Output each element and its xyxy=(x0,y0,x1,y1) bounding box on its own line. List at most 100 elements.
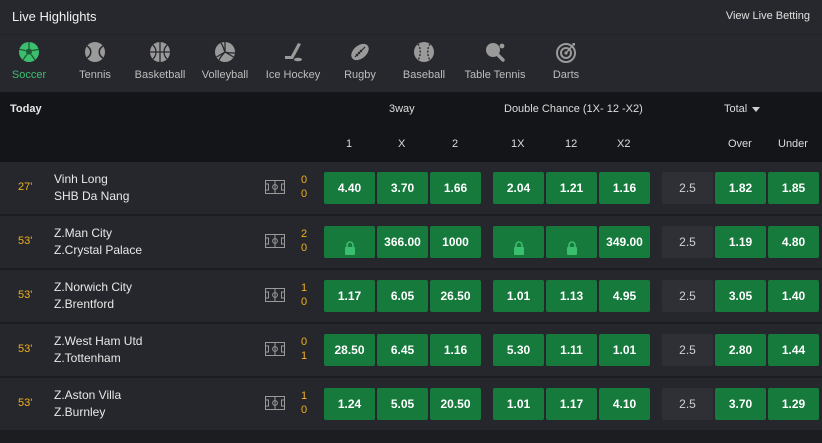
odd-1x-button[interactable]: 1.01 xyxy=(493,388,544,420)
darts-icon xyxy=(555,41,577,63)
total-dropdown[interactable]: Total xyxy=(724,103,761,115)
over-odd-button[interactable]: 2.80 xyxy=(715,334,766,366)
odd-1-locked xyxy=(324,226,375,258)
sport-tab-label: Table Tennis xyxy=(464,69,526,81)
odd-x2-button[interactable]: 349.00 xyxy=(599,226,650,258)
odd-1-button[interactable]: 4.40 xyxy=(324,172,375,204)
pitch-icon[interactable] xyxy=(265,396,285,410)
match-minute: 53' xyxy=(18,397,33,409)
home-team[interactable]: Z.Norwich City xyxy=(54,280,132,294)
away-team[interactable]: Z.Tottenham xyxy=(54,351,121,365)
odd-x2-button[interactable]: 1.01 xyxy=(599,334,650,366)
odd-2-button[interactable]: 26.50 xyxy=(430,280,481,312)
odd-x-button[interactable]: 6.45 xyxy=(377,334,428,366)
away-team[interactable]: Z.Burnley xyxy=(54,405,105,419)
home-score: 0 xyxy=(301,174,308,186)
home-team[interactable]: Z.Aston Villa xyxy=(54,388,121,402)
soccer-ball-icon xyxy=(18,41,40,63)
total-line: 2.5 xyxy=(662,388,713,420)
pitch-icon[interactable] xyxy=(265,342,285,356)
odd-x-button[interactable]: 5.05 xyxy=(377,388,428,420)
tab-table-tennis[interactable]: Table Tennis xyxy=(460,41,530,81)
view-live-betting-link[interactable]: View Live Betting xyxy=(726,10,810,22)
home-team[interactable]: Z.West Ham Utd xyxy=(54,334,142,348)
tab-darts[interactable]: Darts xyxy=(531,41,601,81)
odd-12-button[interactable]: 1.21 xyxy=(546,172,597,204)
away-team[interactable]: Z.Crystal Palace xyxy=(54,243,142,257)
odd-1x-button[interactable]: 5.30 xyxy=(493,334,544,366)
odd-x-button[interactable]: 6.05 xyxy=(377,280,428,312)
col-x-label: X xyxy=(398,138,406,150)
day-label: Today xyxy=(10,103,42,115)
pitch-icon[interactable] xyxy=(265,180,285,194)
rugby-ball-icon xyxy=(349,41,371,63)
away-score: 0 xyxy=(301,404,308,416)
odd-x2-button[interactable]: 4.10 xyxy=(599,388,650,420)
tab-soccer[interactable]: Soccer xyxy=(0,41,64,81)
over-odd-button[interactable]: 1.19 xyxy=(715,226,766,258)
total-line: 2.5 xyxy=(662,172,713,204)
match-row: 27' Vinh Long SHB Da Nang 0 0 4.40 3.70 1.66 2.0… xyxy=(0,162,822,216)
under-odd-button[interactable]: 1.44 xyxy=(768,334,819,366)
odd-1-button[interactable]: 1.17 xyxy=(324,280,375,312)
table-tennis-icon xyxy=(484,41,506,63)
away-team[interactable]: SHB Da Nang xyxy=(54,189,129,203)
odd-2-button[interactable]: 1.16 xyxy=(430,334,481,366)
away-team[interactable]: Z.Brentford xyxy=(54,297,114,311)
col-2-label: 2 xyxy=(452,138,459,150)
live-highlights-header: Live Highlights View Live Betting xyxy=(0,0,822,34)
over-odd-button[interactable]: 3.70 xyxy=(715,388,766,420)
baseball-icon xyxy=(413,41,435,63)
odd-12-button[interactable]: 1.13 xyxy=(546,280,597,312)
odd-1x-button[interactable]: 2.04 xyxy=(493,172,544,204)
odd-1-button[interactable]: 1.24 xyxy=(324,388,375,420)
home-team[interactable]: Vinh Long xyxy=(54,172,108,186)
odd-x2-button[interactable]: 1.16 xyxy=(599,172,650,204)
lock-icon xyxy=(513,235,525,267)
tab-baseball[interactable]: Baseball xyxy=(389,41,459,81)
match-row: 53' Z.Norwich City Z.Brentford 1 0 1.17 6.05 26… xyxy=(0,270,822,324)
group-double-chance-label: Double Chance (1X- 12 -X2) xyxy=(504,103,643,115)
sport-tab-label: Darts xyxy=(552,69,580,81)
odd-x-button[interactable]: 366.00 xyxy=(377,226,428,258)
over-odd-button[interactable]: 1.82 xyxy=(715,172,766,204)
odd-1x-locked xyxy=(493,226,544,258)
home-score: 0 xyxy=(301,336,308,348)
tab-ice-hockey[interactable]: Ice Hockey xyxy=(258,41,328,81)
table-header-columns: 1 X 2 1X 12 X2 Over Under xyxy=(0,126,822,162)
col-under-label: Under xyxy=(778,138,808,150)
under-odd-button[interactable]: 1.85 xyxy=(768,172,819,204)
odd-1-button[interactable]: 28.50 xyxy=(324,334,375,366)
sport-tabs: Soccer Tennis Basketball Volleyball Ice Hock… xyxy=(0,34,822,93)
away-score: 0 xyxy=(301,188,308,200)
tab-rugby[interactable]: Rugby xyxy=(325,41,395,81)
odd-x-button[interactable]: 3.70 xyxy=(377,172,428,204)
odd-12-button[interactable]: 1.11 xyxy=(546,334,597,366)
pitch-icon[interactable] xyxy=(265,288,285,302)
under-odd-button[interactable]: 1.29 xyxy=(768,388,819,420)
under-odd-button[interactable]: 1.40 xyxy=(768,280,819,312)
home-team[interactable]: Z.Man City xyxy=(54,226,112,240)
odd-2-button[interactable]: 20.50 xyxy=(430,388,481,420)
odd-12-button[interactable]: 1.17 xyxy=(546,388,597,420)
group-3way-label: 3way xyxy=(389,103,415,115)
tab-basketball[interactable]: Basketball xyxy=(125,41,195,81)
sport-tab-label: Ice Hockey xyxy=(265,69,321,81)
odd-1x-button[interactable]: 1.01 xyxy=(493,280,544,312)
away-score: 1 xyxy=(301,350,308,362)
caret-down-icon xyxy=(752,106,761,112)
over-odd-button[interactable]: 3.05 xyxy=(715,280,766,312)
pitch-icon[interactable] xyxy=(265,234,285,248)
home-score: 1 xyxy=(301,282,308,294)
tab-tennis[interactable]: Tennis xyxy=(60,41,130,81)
home-score: 2 xyxy=(301,228,308,240)
col-12-label: 12 xyxy=(565,138,578,150)
odd-2-button[interactable]: 1000 xyxy=(430,226,481,258)
tab-volleyball[interactable]: Volleyball xyxy=(190,41,260,81)
odd-2-button[interactable]: 1.66 xyxy=(430,172,481,204)
sport-tab-label: Soccer xyxy=(11,69,47,81)
under-odd-button[interactable]: 4.80 xyxy=(768,226,819,258)
away-score: 0 xyxy=(301,296,308,308)
odd-x2-button[interactable]: 4.95 xyxy=(599,280,650,312)
col-1x-label: 1X xyxy=(511,138,525,150)
